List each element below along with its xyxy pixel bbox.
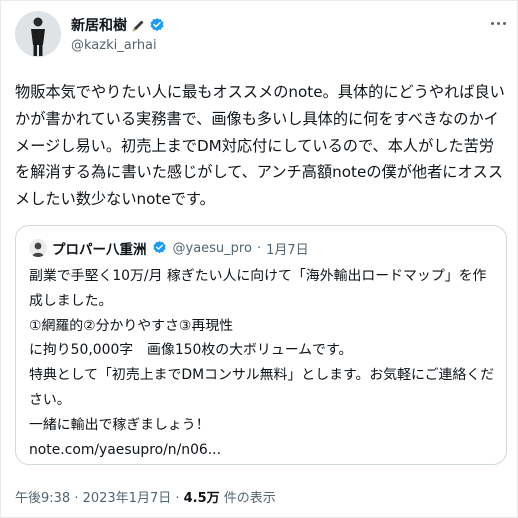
footer-separator: · xyxy=(171,491,184,506)
verified-badge-icon xyxy=(152,240,168,256)
tweet-footer: 午後9:38 · 2023年1月7日 · 4.5万 件の表示 xyxy=(15,487,276,506)
quoted-author-avatar xyxy=(29,239,47,257)
tweet-body: 物販本気でやりたい人に最もオススメのnote。具体的にどうやれば良いかが書かれて… xyxy=(15,83,505,209)
tweet-header: 新居和樹 @kazki_arhai xyxy=(15,11,509,61)
views-label: 件の表示 xyxy=(219,491,276,506)
author-handle[interactable]: @kazki_arhai xyxy=(71,38,157,53)
quoted-date: 1月7日 xyxy=(266,242,309,258)
verified-badge-icon xyxy=(149,17,165,33)
quoted-tweet-header: プロパー八重洲 @yaesu_pro · 1月7日 xyxy=(29,238,309,258)
tweet-card: 新居和樹 @kazki_arhai 物販本気でやりたい人に最もオススメのnote… xyxy=(0,0,518,518)
quoted-tweet-body: 副業で手堅く10万/月 稼ぎたい人に向けて「海外輸出ロードマップ」を作成しました… xyxy=(29,268,495,458)
tweet-timestamp[interactable]: 午後9:38 · 2023年1月7日 xyxy=(15,491,171,506)
more-options-icon[interactable] xyxy=(487,15,509,31)
separator-dot: · xyxy=(256,240,262,256)
author-name[interactable]: 新居和樹 xyxy=(71,15,127,35)
person-silhouette-icon xyxy=(15,11,61,57)
author-name-row: 新居和樹 xyxy=(71,15,165,35)
quoted-author-name: プロパー八重洲 xyxy=(52,242,147,258)
quoted-author-handle: @yaesu_pro xyxy=(172,240,252,256)
pen-icon xyxy=(131,18,145,32)
author-avatar[interactable] xyxy=(15,11,61,57)
views-count: 4.5万 xyxy=(183,491,220,506)
quoted-tweet[interactable]: プロパー八重洲 @yaesu_pro · 1月7日 副業で手堅く10万/月 稼ぎ… xyxy=(15,225,507,465)
